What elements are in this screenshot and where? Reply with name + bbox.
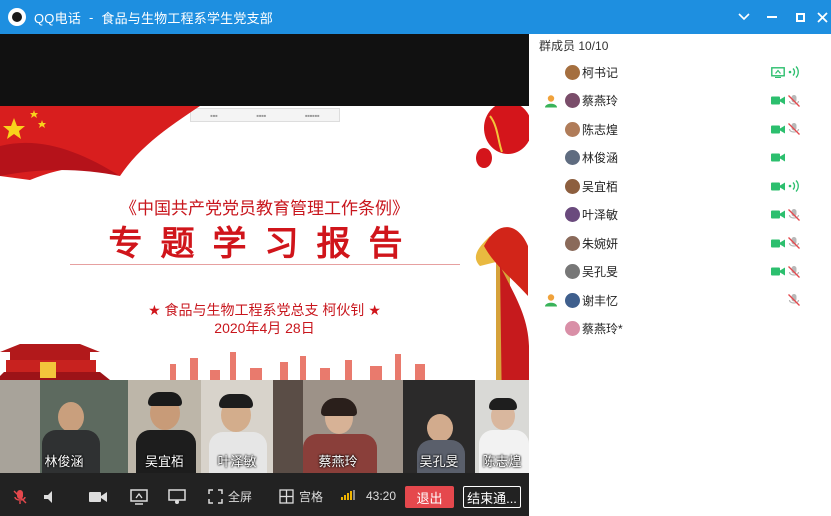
title-bar: QQ电话 - 食品与生物工程系学生党支部 bbox=[0, 0, 831, 34]
member-avatar bbox=[565, 178, 580, 194]
screen-share-view[interactable]: ■■■ ■■■■ ■■■■■■ 《中国共产党党员教育管理工作条例》 专题学习报告 ★… bbox=[0, 106, 529, 414]
video-area: ■■■ ■■■■ ■■■■■■ 《中国共产党党员教育管理工作条例》 专题学习报告 ★… bbox=[0, 34, 529, 516]
member-name: 陈志煌 bbox=[582, 122, 619, 137]
group-name: 食品与生物工程系学生党支部 bbox=[101, 10, 273, 26]
mic-muted-icon bbox=[788, 123, 800, 135]
slide-author-text: 食品与生物工程系党总支 柯伙钊 bbox=[164, 302, 365, 318]
member-avatar bbox=[565, 292, 580, 308]
qq-logo-icon bbox=[8, 8, 26, 26]
participant-tile[interactable]: 林俊涵 bbox=[0, 380, 128, 473]
mic-muted-icon bbox=[788, 294, 800, 306]
title-separator: - bbox=[89, 9, 94, 25]
member-row[interactable]: 吴孔旻 bbox=[529, 258, 831, 286]
participant-name: 林俊涵 bbox=[44, 454, 84, 469]
end-call-button[interactable]: 结束通... bbox=[463, 486, 521, 508]
camera-on-icon bbox=[771, 239, 785, 247]
app-name: QQ电话 bbox=[34, 10, 82, 26]
minimize-button[interactable] bbox=[758, 0, 786, 34]
camera-on-icon bbox=[771, 153, 785, 162]
screen-share-icon bbox=[771, 66, 785, 78]
participant-tile[interactable]: 陈志煌 bbox=[475, 380, 529, 473]
mic-muted-icon bbox=[788, 237, 800, 249]
slide-title-line2: 专题学习报告 bbox=[108, 224, 421, 264]
red-flag-decoration bbox=[0, 106, 200, 180]
balloon-decoration bbox=[476, 106, 529, 168]
member-row[interactable]: 谢丰忆 bbox=[529, 286, 831, 314]
collapse-down-icon[interactable] bbox=[730, 0, 758, 34]
speaker-icon[interactable] bbox=[42, 489, 58, 505]
member-name: 谢丰忆 bbox=[582, 293, 619, 308]
member-avatar bbox=[565, 321, 580, 336]
member-row[interactable]: 陈志煌 bbox=[529, 115, 831, 143]
participant-name: 吴宜栢 bbox=[144, 454, 184, 469]
member-name: 吴宜栢 bbox=[582, 179, 619, 194]
shared-screen-toolbar: ■■■ ■■■■ ■■■■■■ bbox=[190, 108, 340, 122]
speaking-icon bbox=[788, 66, 799, 78]
camera-on-icon bbox=[771, 182, 785, 190]
participant-tile[interactable]: 蔡燕玲 bbox=[273, 380, 403, 473]
mic-muted-icon bbox=[788, 265, 800, 278]
host-user-icon bbox=[545, 294, 557, 307]
member-avatar bbox=[565, 121, 580, 137]
member-row[interactable]: 朱婉妍 bbox=[529, 229, 831, 257]
camera-on-icon bbox=[771, 125, 785, 133]
participant-name: 吴孔旻 bbox=[419, 454, 459, 469]
mic-muted-icon bbox=[788, 208, 800, 221]
participant-tile[interactable]: 吴孔旻 bbox=[403, 380, 475, 473]
grid-view-label[interactable]: 宫格 bbox=[299, 488, 323, 505]
members-header: 群成员 10/10 bbox=[539, 39, 609, 53]
participant-name: 陈志煌 bbox=[482, 454, 522, 469]
member-name: 蔡燕玲* bbox=[582, 322, 623, 336]
member-name: 朱婉妍 bbox=[582, 236, 619, 251]
host-user-icon bbox=[545, 94, 557, 107]
participant-thumbnails: 林俊涵 吴宜栢 叶泽敏 蔡燕玲 吴孔旻 陈志煌 bbox=[0, 380, 529, 473]
participant-name: 蔡燕玲 bbox=[318, 454, 358, 469]
member-avatar bbox=[565, 235, 580, 251]
fullscreen-icon[interactable] bbox=[208, 489, 223, 504]
slide-author: ★ 食品与生物工程系党总支 柯伙钊 ★ bbox=[0, 300, 529, 320]
member-avatar bbox=[565, 264, 580, 279]
member-avatar bbox=[565, 64, 580, 80]
member-name: 蔡燕玲 bbox=[582, 94, 619, 108]
screen-share-icon[interactable] bbox=[130, 489, 148, 505]
speaking-icon bbox=[788, 180, 799, 192]
member-avatar bbox=[565, 207, 580, 222]
grid-view-icon[interactable] bbox=[279, 489, 294, 504]
member-row[interactable]: 林俊涵 bbox=[529, 144, 831, 172]
member-avatar bbox=[565, 150, 580, 165]
member-row[interactable]: 蔡燕玲* bbox=[529, 315, 831, 343]
camera-icon[interactable] bbox=[89, 490, 107, 504]
close-button[interactable] bbox=[808, 0, 831, 34]
camera-on-icon bbox=[771, 210, 785, 219]
member-row[interactable]: 叶泽敏 bbox=[529, 201, 831, 229]
call-timer: 43:20 bbox=[366, 489, 397, 503]
member-row[interactable]: 蔡燕玲 bbox=[529, 87, 831, 115]
member-name: 柯书记 bbox=[582, 65, 619, 80]
mic-muted-icon bbox=[788, 94, 800, 107]
participant-name: 叶泽敏 bbox=[217, 454, 257, 469]
star-icon: ★ bbox=[368, 302, 381, 318]
member-row[interactable]: 柯书记 bbox=[529, 58, 831, 86]
mic-muted-icon[interactable] bbox=[12, 489, 28, 505]
participant-tile[interactable]: 吴宜栢 bbox=[128, 380, 201, 473]
signal-strength-icon bbox=[341, 490, 355, 500]
member-avatar bbox=[565, 93, 580, 108]
slide-divider bbox=[70, 264, 460, 265]
exit-button[interactable]: 退出 bbox=[405, 486, 454, 508]
member-name: 吴孔旻 bbox=[582, 265, 619, 279]
fullscreen-label[interactable]: 全屏 bbox=[228, 488, 252, 505]
member-row[interactable]: 吴宜栢 bbox=[529, 172, 831, 200]
screen-record-icon[interactable] bbox=[168, 489, 186, 505]
camera-on-icon bbox=[771, 267, 785, 276]
participant-tile[interactable]: 叶泽敏 bbox=[201, 380, 273, 473]
member-name: 叶泽敏 bbox=[582, 208, 619, 222]
star-icon: ★ bbox=[148, 302, 161, 318]
members-panel: 群成员 10/10 柯书记蔡燕玲陈志煌林俊涵吴宜栢叶泽敏朱婉妍吴孔旻谢丰忆蔡燕玲… bbox=[529, 34, 831, 516]
member-name: 林俊涵 bbox=[582, 151, 619, 165]
camera-on-icon bbox=[771, 96, 785, 105]
